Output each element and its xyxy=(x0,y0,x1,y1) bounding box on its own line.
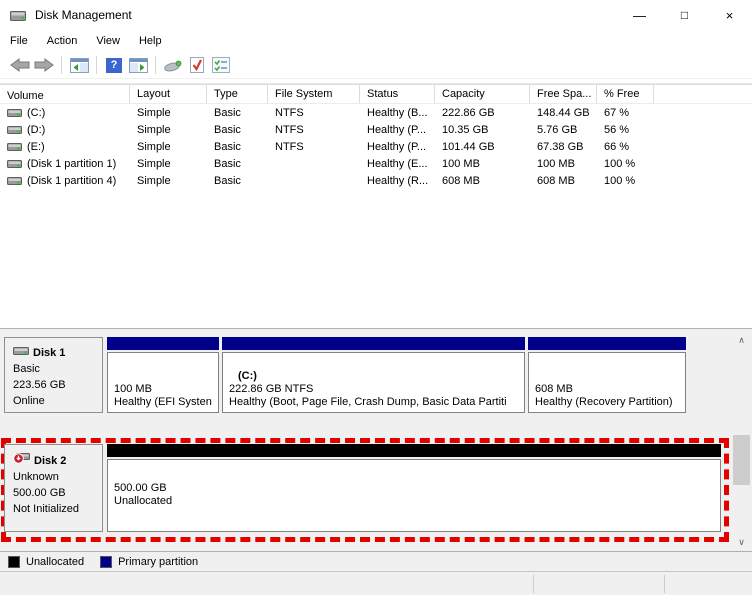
disk2-status: Not Initialized xyxy=(13,503,80,515)
toolbar-separator xyxy=(155,56,156,74)
disk-graph-pane: Disk 1 Basic 223.56 GB Online 100 MB Hea… xyxy=(0,328,752,551)
volume-icon xyxy=(7,108,22,118)
disk2-row: Disk 2 Unknown 500.00 GB Not Initialized… xyxy=(4,444,726,532)
status-bar-divider xyxy=(664,575,665,593)
scroll-up-icon[interactable]: ∧ xyxy=(733,332,750,349)
minimize-button[interactable]: — xyxy=(617,0,662,30)
vertical-scrollbar[interactable]: ∧ ∨ xyxy=(733,332,750,551)
status-bar xyxy=(0,571,752,595)
volume-table-header: Volume Layout Type File System Status Ca… xyxy=(0,84,752,104)
col-filler xyxy=(654,84,752,103)
volume-row-e[interactable]: (E:) Simple Basic NTFS Healthy (P... 101… xyxy=(0,138,752,155)
scrollbar-track[interactable] xyxy=(733,349,750,534)
col-capacity[interactable]: Capacity xyxy=(435,84,530,103)
disk1-size: 223.56 GB xyxy=(13,379,66,391)
console-tree-icon[interactable] xyxy=(67,54,91,76)
legend-swatch-primary xyxy=(100,555,113,568)
disk1-partitions: 100 MB Healthy (EFI Systen (C:) 222.86 G… xyxy=(107,337,729,413)
volume-row-d[interactable]: (D:) Simple Basic NTFS Healthy (P... 10.… xyxy=(0,121,752,138)
volume-row-c[interactable]: (C:) Simple Basic NTFS Healthy (B... 222… xyxy=(0,104,752,121)
partition-color-bar xyxy=(107,444,721,457)
volume-list-pane: Volume Layout Type File System Status Ca… xyxy=(0,83,752,328)
back-icon[interactable] xyxy=(8,54,32,76)
legend-label-primary: Primary partition xyxy=(118,555,199,568)
partition-c-drive[interactable]: (C:) 222.86 GB NTFS Healthy (Boot, Page … xyxy=(222,337,525,413)
disk1-row: Disk 1 Basic 223.56 GB Online 100 MB Hea… xyxy=(4,337,729,413)
disk2-type: Unknown xyxy=(13,471,59,483)
menu-action[interactable]: Action xyxy=(47,32,87,50)
disk1-status: Online xyxy=(13,395,45,407)
legend-bar: Unallocated Primary partition xyxy=(0,551,752,571)
partition-recovery[interactable]: 608 MB Healthy (Recovery Partition) xyxy=(528,337,686,413)
menu-help[interactable]: Help xyxy=(139,32,171,50)
partition-color-bar xyxy=(222,337,525,350)
volume-row-disk1-partition4[interactable]: (Disk 1 partition 4) Simple Basic Health… xyxy=(0,172,752,189)
volume-icon xyxy=(7,176,22,186)
menubar: File Action View Help xyxy=(0,30,752,52)
col-volume[interactable]: Volume xyxy=(0,84,130,103)
menu-view[interactable]: View xyxy=(96,32,129,50)
volume-icon xyxy=(7,125,22,135)
task-check-icon[interactable] xyxy=(185,54,209,76)
toolbar: ? xyxy=(0,52,752,79)
partition-color-bar xyxy=(528,337,686,350)
status-bar-divider xyxy=(533,575,534,593)
action-pane-icon[interactable] xyxy=(126,54,150,76)
menu-file[interactable]: File xyxy=(10,32,37,50)
maximize-button[interactable]: □ xyxy=(662,0,707,30)
col-file-system[interactable]: File System xyxy=(268,84,360,103)
partition-color-bar xyxy=(107,337,219,350)
popup-tool-icon[interactable] xyxy=(161,54,185,76)
partition-efi-system[interactable]: 100 MB Healthy (EFI Systen xyxy=(107,337,219,413)
toolbar-separator xyxy=(96,56,97,74)
legend-label-unallocated: Unallocated xyxy=(26,555,85,568)
col-pct-free[interactable]: % Free xyxy=(597,84,654,103)
disk1-type: Basic xyxy=(13,363,40,375)
disk2-partitions: 500.00 GB Unallocated xyxy=(107,444,726,532)
close-button[interactable]: × xyxy=(707,0,752,30)
col-status[interactable]: Status xyxy=(360,84,435,103)
col-layout[interactable]: Layout xyxy=(130,84,207,103)
task-list-icon[interactable] xyxy=(209,54,233,76)
titlebar: Disk Management — □ × xyxy=(0,0,752,30)
partition-unallocated[interactable]: 500.00 GB Unallocated xyxy=(107,444,721,532)
legend-swatch-unallocated xyxy=(8,555,20,568)
forward-icon[interactable] xyxy=(32,54,56,76)
col-free-space[interactable]: Free Spa... xyxy=(530,84,597,103)
window-title: Disk Management xyxy=(35,8,132,22)
toolbar-separator xyxy=(61,56,62,74)
disk2-error-icon xyxy=(13,452,30,469)
disk2-size: 500.00 GB xyxy=(13,487,66,499)
volume-icon xyxy=(7,142,22,152)
app-icon xyxy=(10,9,27,22)
disk2-label-block[interactable]: Disk 2 Unknown 500.00 GB Not Initialized xyxy=(4,444,103,532)
scrollbar-thumb[interactable] xyxy=(733,435,750,485)
scroll-down-icon[interactable]: ∨ xyxy=(733,534,750,551)
volume-icon xyxy=(7,159,22,169)
disk1-icon xyxy=(13,345,29,361)
help-icon[interactable]: ? xyxy=(102,54,126,76)
disk1-label-block[interactable]: Disk 1 Basic 223.56 GB Online xyxy=(4,337,103,413)
volume-row-disk1-partition1[interactable]: (Disk 1 partition 1) Simple Basic Health… xyxy=(0,155,752,172)
col-type[interactable]: Type xyxy=(207,84,268,103)
